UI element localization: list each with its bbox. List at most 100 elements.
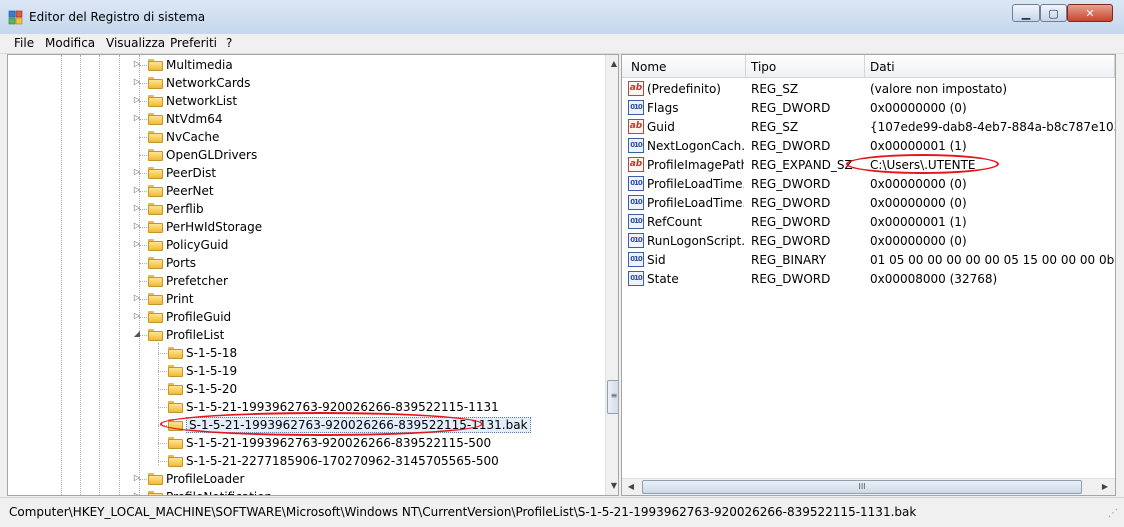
value-row[interactable]: 010 Sid REG_BINARY 01 05 00 00 00 00 00 05 … [622,250,1115,269]
value-type: REG_DWORD [751,101,831,115]
tree-item[interactable]: ▷ Multimedia [8,56,608,74]
scroll-left-arrow-icon[interactable]: ◀ [623,479,639,495]
expand-arrow-icon[interactable]: ▷ [132,292,142,304]
tree-item-label[interactable]: Ports [166,256,196,270]
value-row[interactable]: 010 Flags REG_DWORD 0x00000000 (0) [622,98,1115,117]
menu-preferiti[interactable]: Preferiti [170,36,217,50]
tree-item[interactable]: Prefetcher [8,272,608,290]
menu-help[interactable]: ? [226,36,232,50]
tree-item-label[interactable]: S-1-5-18 [186,346,237,360]
tree-item[interactable]: S-1-5-20 [8,380,608,398]
expand-arrow-icon[interactable]: ▷ [132,58,142,70]
tree-item-label[interactable]: NetworkList [166,94,237,108]
value-row[interactable]: 010 ProfileLoadTime... REG_DWORD 0x00000000… [622,193,1115,212]
tree-item[interactable]: ▷ NetworkCards [8,74,608,92]
expand-arrow-icon[interactable]: ▷ [132,166,142,178]
tree-item[interactable]: S-1-5-18 [8,344,608,362]
value-row[interactable]: 010 ProfileLoadTime... REG_DWORD 0x00000000… [622,174,1115,193]
tree-item-label[interactable]: ProfileGuid [166,310,231,324]
tree-item[interactable]: ▷ PolicyGuid [8,236,608,254]
tree-item[interactable]: ▷ NtVdm64 [8,110,608,128]
value-row[interactable]: ab Guid REG_SZ {107ede99-dab8-4eb7-884a-b8c… [622,117,1115,136]
value-row[interactable]: 010 NextLogonCach... REG_DWORD 0x00000001 (… [622,136,1115,155]
tree-item[interactable]: ▷ PeerNet [8,182,608,200]
scroll-right-arrow-icon[interactable]: ▶ [1097,479,1113,495]
tree-item-label[interactable]: PeerDist [166,166,216,180]
collapse-arrow-icon[interactable]: ◢ [132,328,142,340]
expand-arrow-icon[interactable]: ▷ [132,94,142,106]
value-row[interactable]: 010 State REG_DWORD 0x00008000 (32768) [622,269,1115,288]
menu-modifica[interactable]: Modifica [45,36,95,50]
horizontal-scrollbar[interactable]: ◀ III ▶ [622,478,1115,495]
value-row[interactable]: 010 RunLogonScript... REG_DWORD 0x00000000 … [622,231,1115,250]
tree-item[interactable]: Ports [8,254,608,272]
expand-arrow-icon[interactable]: ▷ [132,490,142,495]
tree-item[interactable]: ▷ PeerDist [8,164,608,182]
column-header-data[interactable]: Dati [870,60,895,74]
scroll-up-arrow-icon[interactable]: ▲ [606,56,618,72]
scroll-thumb[interactable]: ≡ [607,380,618,414]
value-data: 0x00000000 (0) [870,101,967,115]
tree-item[interactable]: ▷ ProfileGuid [8,308,608,326]
tree-item[interactable]: ▷ PerHwIdStorage [8,218,608,236]
tree-item-label[interactable]: Prefetcher [166,274,228,288]
tree-item[interactable]: ◢ ProfileList [8,326,608,344]
tree-item-label[interactable]: Perflib [166,202,204,216]
column-header-type[interactable]: Tipo [751,60,776,74]
value-row[interactable]: 010 RefCount REG_DWORD 0x00000001 (1) [622,212,1115,231]
tree-scrollbar[interactable]: ▲ ≡ ▼ [605,55,618,495]
close-button[interactable]: ✕ [1067,4,1113,22]
horizontal-scroll-thumb[interactable]: III [642,480,1082,494]
tree-item-label[interactable]: PeerNet [166,184,214,198]
tree-item[interactable]: ▷ Perflib [8,200,608,218]
tree-item[interactable]: ▷ NetworkList [8,92,608,110]
tree-item[interactable]: S-1-5-19 [8,362,608,380]
expand-arrow-icon[interactable]: ▷ [132,202,142,214]
tree-item[interactable]: ▷ ProfileNotification [8,488,608,495]
tree-item-label[interactable]: ProfileList [166,328,224,342]
tree-item-label[interactable]: ProfileLoader [166,472,244,486]
column-separator[interactable] [1114,55,1115,77]
column-header-name[interactable]: Nome [631,60,666,74]
expand-arrow-icon[interactable]: ▷ [132,76,142,88]
column-separator[interactable] [864,55,865,77]
tree-item[interactable]: NvCache [8,128,608,146]
maximize-button[interactable]: ▢ [1040,4,1067,22]
tree-item-label[interactable]: Print [166,292,194,306]
tree-item-label[interactable]: S-1-5-20 [186,382,237,396]
column-separator[interactable] [745,55,746,77]
menu-file[interactable]: File [14,36,34,50]
menu-visualizza[interactable]: Visualizza [106,36,165,50]
tree-item[interactable]: S-1-5-21-2277185906-170270962-3145705565… [8,452,608,470]
tree-item[interactable]: OpenGLDrivers [8,146,608,164]
values-list-pane[interactable]: Nome Tipo Dati ab (Predefinito) REG_SZ (val… [621,54,1116,496]
tree-item-label[interactable]: NvCache [166,130,219,144]
tree-item-label[interactable]: NtVdm64 [166,112,222,126]
expand-arrow-icon[interactable]: ▷ [132,220,142,232]
tree-item[interactable]: S-1-5-21-1993962763-920026266-839522115-… [8,434,608,452]
tree-item-label[interactable]: PerHwIdStorage [166,220,262,234]
expand-arrow-icon[interactable]: ▷ [132,184,142,196]
expand-arrow-icon[interactable]: ▷ [132,112,142,124]
tree-item-label[interactable]: ProfileNotification [166,490,272,495]
tree-item-label[interactable]: OpenGLDrivers [166,148,257,162]
value-row[interactable]: ab (Predefinito) REG_SZ (valore non imposta… [622,79,1115,98]
resize-grip-icon[interactable]: ⋰ [1108,508,1118,519]
expand-arrow-icon [152,364,162,376]
minimize-button[interactable]: ▁ [1012,4,1040,22]
tree-item-label[interactable]: S-1-5-19 [186,364,237,378]
tree-item-label[interactable]: NetworkCards [166,76,250,90]
title-bar[interactable]: Editor del Registro di sistema ▁ ▢ ✕ [0,0,1124,34]
expand-arrow-icon[interactable]: ▷ [132,310,142,322]
tree-item[interactable]: ▷ Print [8,290,608,308]
tree-item-label[interactable]: S-1-5-21-2277185906-170270962-3145705565… [186,454,499,468]
expand-arrow-icon[interactable]: ▷ [132,238,142,250]
tree-item-label[interactable]: PolicyGuid [166,238,228,252]
expand-arrow-icon[interactable]: ▷ [132,472,142,484]
tree-item-label[interactable]: Multimedia [166,58,233,72]
value-data: 0x00000001 (1) [870,215,967,229]
tree-item[interactable]: ▷ ProfileLoader [8,470,608,488]
tree-item-label[interactable]: S-1-5-21-1993962763-920026266-839522115-… [186,436,491,450]
folder-icon [168,347,183,359]
scroll-down-arrow-icon[interactable]: ▼ [606,478,618,494]
